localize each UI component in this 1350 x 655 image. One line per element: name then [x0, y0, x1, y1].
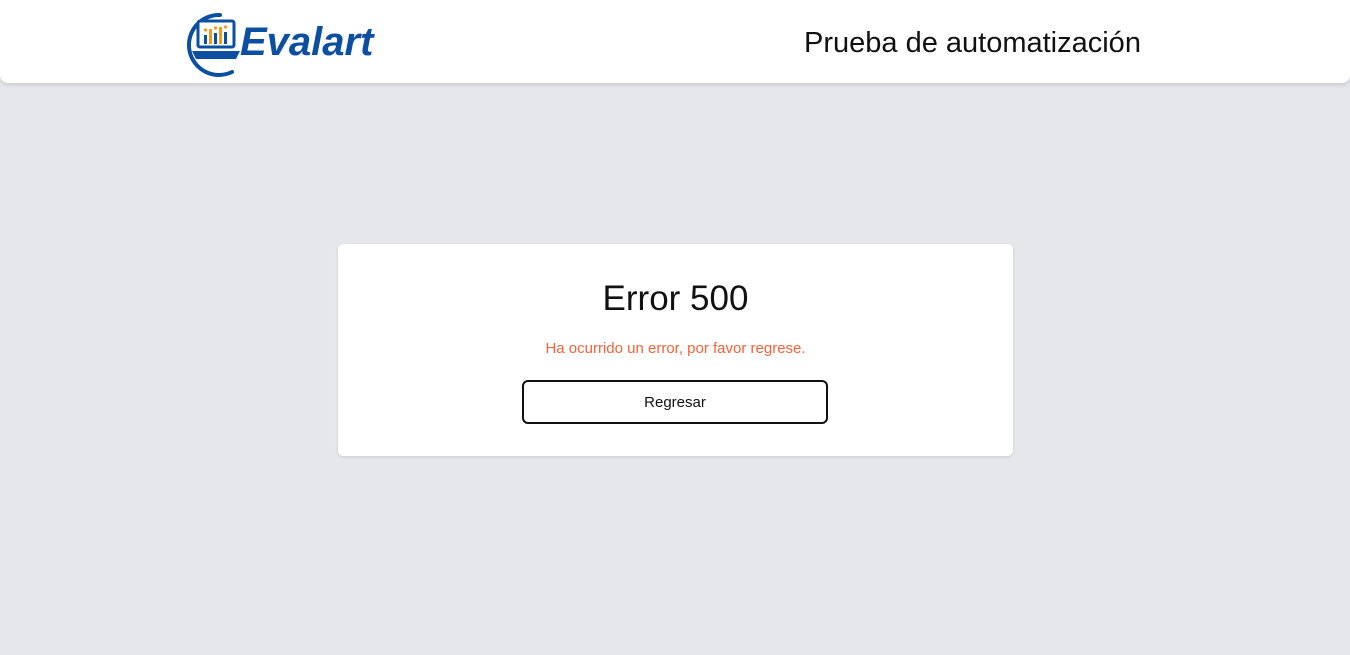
- evalart-logo[interactable]: Evalart: [180, 9, 420, 77]
- error-title: Error 500: [602, 279, 749, 318]
- top-header: Evalart Prueba de automatización: [0, 0, 1350, 83]
- back-button[interactable]: Regresar: [522, 380, 828, 424]
- error-card: Error 500 Ha ocurrido un error, por favo…: [338, 244, 1013, 456]
- logo-wordmark: Evalart: [240, 20, 375, 64]
- error-message: Ha ocurrido un error, por favor regrese.: [545, 340, 806, 357]
- page-title: Prueba de automatización: [804, 27, 1141, 59]
